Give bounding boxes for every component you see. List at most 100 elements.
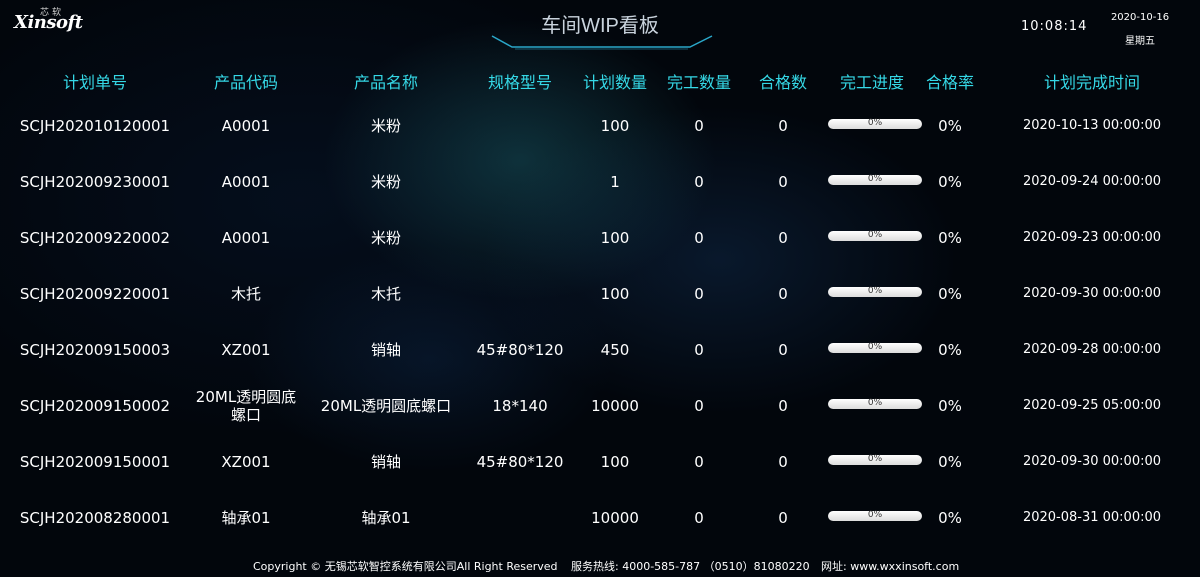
plan-qty-cell: 450 xyxy=(600,341,630,359)
progress-label: 0% xyxy=(867,285,883,296)
column-header: 合格率 xyxy=(925,73,974,92)
progress-label: 0% xyxy=(867,229,883,240)
product-code-cell: 轴承01 xyxy=(221,509,271,527)
product-name-cell: 销轴 xyxy=(370,453,401,471)
progress-cell: 0% xyxy=(828,266,922,322)
pass-rate-cell: 0% xyxy=(938,285,962,303)
product-name-cell: 销轴 xyxy=(370,341,401,359)
product-code-cell: XZ001 xyxy=(221,453,271,471)
table-row: SCJH202009230001 A0001 米粉 1 0 0 0% 0% 2020-09-24… xyxy=(0,154,1200,210)
spec-cell xyxy=(470,154,570,210)
pass-rate-cell: 0% xyxy=(938,509,962,527)
progress-bar: 0% xyxy=(828,453,922,465)
qualified-cell: 0 xyxy=(778,341,788,359)
footer-hotline: 服务热线: 4000-585-787 （0510）81080220 xyxy=(571,560,810,573)
done-qty-cell: 0 xyxy=(694,341,704,359)
current-weekday: 星期五 xyxy=(1125,36,1155,47)
plan-no-cell: SCJH202009150001 xyxy=(19,453,171,471)
done-qty-cell: 0 xyxy=(694,453,704,471)
product-code-cell: A0001 xyxy=(221,229,271,247)
spec-cell xyxy=(470,210,570,266)
table-row: SCJH202009150002 20ML透明圆底螺口 20ML透明圆底螺口 18*1… xyxy=(0,378,1200,434)
finish-time-cell: 2020-09-24 00:00:00 xyxy=(1022,174,1162,189)
qualified-cell: 0 xyxy=(778,285,788,303)
done-qty-cell: 0 xyxy=(694,509,704,527)
progress-cell: 0% xyxy=(828,322,922,378)
product-code-cell: 木托 xyxy=(230,285,261,303)
plan-qty-cell: 100 xyxy=(600,117,630,135)
progress-cell: 0% xyxy=(828,378,922,434)
footer-copyright: Copyright © 无锡芯软智控系统有限公司All Right Reserv… xyxy=(253,560,558,573)
plan-no-cell: SCJH202009230001 xyxy=(19,173,171,191)
product-name-cell: 米粉 xyxy=(370,229,401,247)
plan-no-cell: SCJH202009220001 xyxy=(19,285,171,303)
product-name-cell: 米粉 xyxy=(370,173,401,191)
current-date: 2020-10-16 xyxy=(1110,12,1170,23)
finish-time-cell: 2020-09-23 00:00:00 xyxy=(1022,230,1162,245)
progress-cell: 0% xyxy=(828,210,922,266)
column-header: 产品名称 xyxy=(353,73,418,92)
progress-bar: 0% xyxy=(828,285,922,297)
product-name-cell: 米粉 xyxy=(370,117,401,135)
footer: Copyright © 无锡芯软智控系统有限公司All Right Reserv… xyxy=(0,556,1200,574)
page-title: 车间WIP看板 xyxy=(541,15,659,37)
product-code-cell: XZ001 xyxy=(221,341,271,359)
progress-bar: 0% xyxy=(828,398,922,409)
column-header: 计划数量 xyxy=(582,73,647,92)
table-header-row: 计划单号 产品代码 产品名称 规格型号 计划数量 完工数量 合格数 完工进度 合… xyxy=(0,64,1200,98)
qualified-cell: 0 xyxy=(778,509,788,527)
done-qty-cell: 0 xyxy=(694,397,704,415)
plan-qty-cell: 100 xyxy=(600,229,630,247)
product-name-cell: 20ML透明圆底螺口 xyxy=(320,397,452,415)
plan-qty-cell: 100 xyxy=(600,453,630,471)
pass-rate-cell: 0% xyxy=(938,173,962,191)
product-name-cell: 木托 xyxy=(370,285,401,303)
qualified-cell: 0 xyxy=(778,453,788,471)
qualified-cell: 0 xyxy=(778,117,788,135)
plan-no-cell: SCJH202010120001 xyxy=(19,117,171,135)
plan-no-cell: SCJH202009220002 xyxy=(19,229,171,247)
progress-cell: 0% xyxy=(828,154,922,210)
plan-no-cell: SCJH202009150002 xyxy=(19,397,171,415)
table-row: SCJH202009220002 A0001 米粉 100 0 0 0% 0% 2020-09-… xyxy=(0,210,1200,266)
finish-time-cell: 2020-10-13 00:00:00 xyxy=(1022,118,1162,133)
pass-rate-cell: 0% xyxy=(938,341,962,359)
qualified-cell: 0 xyxy=(778,397,788,415)
product-code-cell: A0001 xyxy=(221,117,271,135)
spec-cell: 45#80*120 xyxy=(476,453,564,471)
finish-time-cell: 2020-08-31 00:00:00 xyxy=(1022,510,1162,525)
progress-bar: 0% xyxy=(828,229,922,241)
current-time: 10:08:14 xyxy=(1021,19,1088,34)
product-code-cell: A0001 xyxy=(221,173,271,191)
table-body: SCJH202010120001 A0001 米粉 100 0 0 0% 0% 2020-10-… xyxy=(0,98,1200,546)
table-row: SCJH202010120001 A0001 米粉 100 0 0 0% 0% 2020-10-… xyxy=(0,98,1200,154)
finish-time-cell: 2020-09-30 00:00:00 xyxy=(1022,286,1162,301)
pass-rate-cell: 0% xyxy=(938,229,962,247)
column-header: 产品代码 xyxy=(213,73,278,92)
progress-cell: 0% xyxy=(828,98,922,154)
done-qty-cell: 0 xyxy=(694,229,704,247)
spec-cell xyxy=(470,98,570,154)
footer-website: 网址: www.wxxinsoft.com xyxy=(821,560,960,573)
progress-bar: 0% xyxy=(828,341,922,353)
progress-label: 0% xyxy=(867,173,883,184)
qualified-cell: 0 xyxy=(778,173,788,191)
column-header: 完工进度 xyxy=(839,73,904,92)
done-qty-cell: 0 xyxy=(694,285,704,303)
column-header: 完工数量 xyxy=(666,73,731,92)
progress-bar: 0% xyxy=(828,509,922,521)
progress-bar: 0% xyxy=(828,117,922,129)
progress-cell: 0% xyxy=(828,434,922,490)
table-row: SCJH202009220001 木托 木托 100 0 0 0% 0% 2020-09-30 … xyxy=(0,266,1200,322)
progress-label: 0% xyxy=(867,453,883,464)
progress-label: 0% xyxy=(867,117,883,128)
product-code-cell: 20ML透明圆底螺口 xyxy=(195,388,297,424)
progress-label: 0% xyxy=(867,509,883,520)
progress-label: 0% xyxy=(867,341,883,352)
finish-time-cell: 2020-09-28 00:00:00 xyxy=(1022,342,1162,357)
finish-time-cell: 2020-09-30 00:00:00 xyxy=(1022,454,1162,469)
plan-qty-cell: 10000 xyxy=(591,509,639,527)
spec-cell xyxy=(470,490,570,546)
table-row: SCJH202009150003 XZ001 销轴 45#80*120 450 0 0 0% 0… xyxy=(0,322,1200,378)
wip-table: 计划单号 产品代码 产品名称 规格型号 计划数量 完工数量 合格数 完工进度 合… xyxy=(0,64,1200,546)
